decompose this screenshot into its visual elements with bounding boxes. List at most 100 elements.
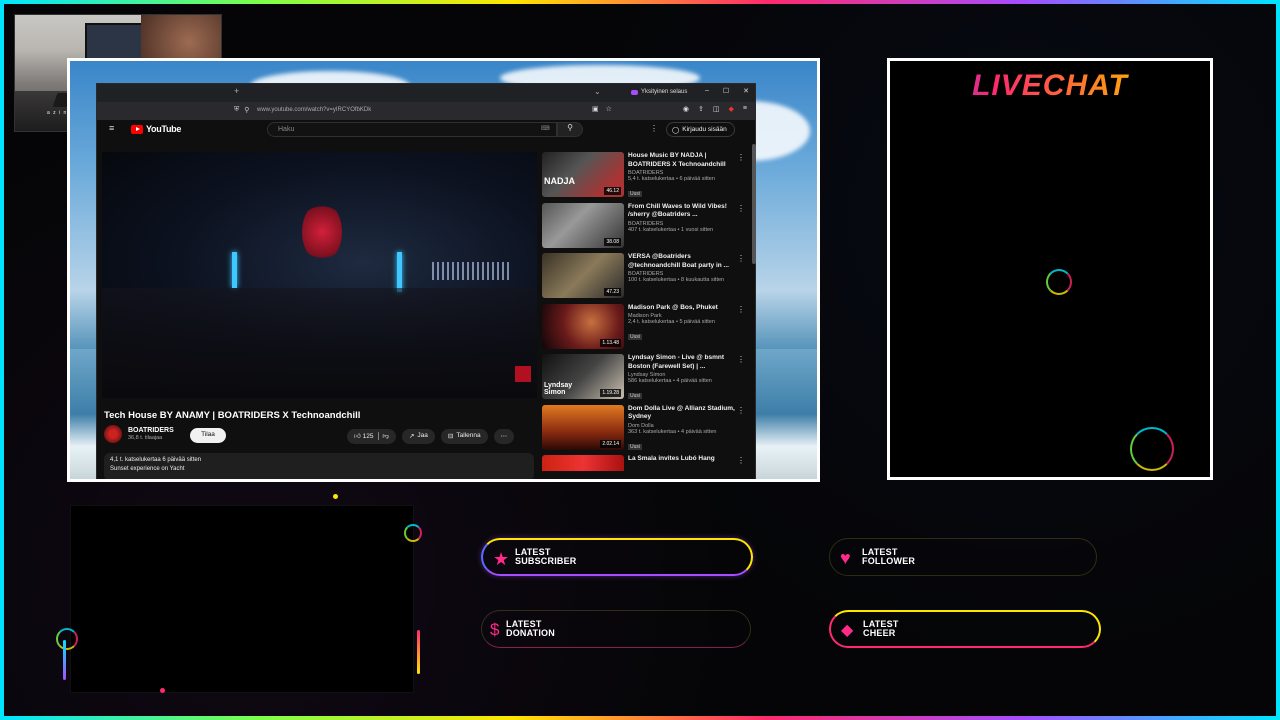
rec-more-icon[interactable]: ⋮ — [737, 254, 745, 263]
new-tab-icon[interactable]: + — [234, 86, 239, 96]
star-icon: ★ — [493, 549, 510, 569]
decorative-line — [63, 640, 66, 680]
lock-icon[interactable]: ⚲ — [244, 106, 249, 114]
latest-cheer-label: LATEST CHEER — [863, 619, 899, 638]
rec-title[interactable]: VERSA @Boatriders @technoandchill Boat p… — [628, 253, 738, 270]
keyboard-icon[interactable]: ⌨ — [541, 125, 550, 132]
save-label: Tallenna — [456, 432, 481, 439]
heart-icon: ♥ — [840, 548, 851, 568]
extensions-icon[interactable]: ⇪ — [698, 105, 704, 113]
stage-light — [397, 252, 402, 292]
minimize-button[interactable]: – — [705, 87, 709, 95]
recommendation-item[interactable]: 47.23 VERSA @Boatriders @technoandchill … — [542, 253, 747, 304]
recommendation-item[interactable]: 38.08 From Chill Waves to Wild Vibes! /s… — [542, 202, 747, 254]
rec-more-icon[interactable]: ⋮ — [737, 153, 745, 162]
livechat-panel: LIVECHAT — [887, 58, 1213, 480]
video-thumbnail[interactable]: 38.08 — [542, 202, 624, 248]
more-actions-button[interactable]: ⋯ — [493, 429, 515, 444]
signin-button[interactable]: ◯ Kirjaudu sisään — [666, 122, 735, 137]
recommendation-item[interactable]: NADJA 46.12 House Music BY NADJA | BOATR… — [542, 152, 747, 203]
rec-meta: 2,4 t. katselukertaa • 5 päivää sitten — [628, 319, 715, 325]
subscriber-count: 36,8 t. tilaajaa — [128, 435, 163, 441]
scrollbar[interactable] — [752, 144, 756, 264]
rec-more-icon[interactable]: ⋮ — [737, 204, 745, 213]
views-date: 4,1 t. katselukertaa 6 päivää sitten — [110, 457, 202, 463]
recommendation-item[interactable]: La Smala invites Lubó Hang ⋮ — [542, 455, 747, 471]
rec-title[interactable]: Lyndsay Simon - Live @ bsmnt Boston (Far… — [628, 354, 738, 371]
red-balloons — [302, 202, 342, 262]
dislike-button[interactable]: │ 👎︎ — [376, 432, 388, 444]
video-duration: 38.08 — [604, 237, 621, 246]
youtube-logo[interactable]: YouTube — [131, 124, 181, 134]
recommendation-item[interactable]: 1.13.48 Madison Park @ Bos, Phuket Madiso… — [542, 303, 747, 355]
new-badge: Uusi — [628, 393, 643, 399]
latest-follower-alert: ♥ LATEST FOLLOWER — [829, 538, 1097, 576]
toolbar-icons: ◉ ⇪ ◫ ◆ ≡ — [683, 105, 747, 113]
search-icon: ⚲ — [567, 123, 573, 132]
more-options-icon[interactable]: ⋮ — [650, 124, 658, 133]
video-thumbnail[interactable]: 2.02.14 — [542, 404, 624, 450]
youtube-header: ≡ YouTube Haku ⌨ ⚲ ⋮ ◯ Kirjaudu sisään — [97, 120, 757, 140]
dollar-icon: $ — [490, 620, 500, 639]
tracking-shield-icon[interactable]: ⛨ — [234, 106, 239, 114]
hamburger-menu-icon[interactable]: ≡ — [743, 105, 747, 113]
video-thumbnail[interactable]: 47.23 — [542, 253, 624, 298]
rec-meta: 586 katselukertaa • 4 päivää sitten — [628, 378, 712, 384]
description-text: Sunset experience on Yacht — [110, 466, 185, 472]
video-thumbnail[interactable] — [542, 455, 624, 471]
video-player[interactable] — [102, 152, 537, 398]
video-thumbnail[interactable]: 1.13.48 — [542, 303, 624, 349]
private-icon — [631, 89, 638, 95]
search-button[interactable]: ⚲ — [557, 122, 583, 137]
video-thumbnail[interactable]: NADJA 46.12 — [542, 152, 624, 197]
youtube-menu-icon[interactable]: ≡ — [109, 123, 114, 133]
share-button[interactable]: ↗ Jaa — [401, 429, 435, 444]
save-button[interactable]: ⊟ Tallenna — [440, 429, 488, 444]
recommendation-item[interactable]: 2.02.14 Dom Dolla Live @ Allianz Stadium… — [542, 404, 747, 456]
reader-icon[interactable]: ▣ — [592, 105, 599, 113]
crowd — [102, 288, 537, 398]
video-thumbnail[interactable]: Lyndsay Simon 1.19.28 — [542, 354, 624, 399]
bookmark-star-icon[interactable]: ☆ — [606, 105, 612, 113]
url-field[interactable]: www.youtube.com/watch?v=yIRCYOfbKDk — [257, 107, 371, 113]
video-duration: 1.19.28 — [600, 389, 621, 397]
addon-icon[interactable]: ◆ — [729, 105, 734, 113]
livechat-title: LIVECHAT — [890, 69, 1210, 103]
bookmark-icon: ⊟ — [447, 433, 454, 440]
close-button[interactable]: ✕ — [743, 87, 749, 95]
chevron-down-icon[interactable]: ⌄ — [594, 87, 601, 96]
rec-meta: 100 t. katselukertaa • 8 kuukautta sitte… — [628, 277, 725, 283]
rec-more-icon[interactable]: ⋮ — [737, 406, 745, 415]
rec-title[interactable]: From Chill Waves to Wild Vibes! /sherry … — [628, 203, 738, 220]
recommendation-item[interactable]: Lyndsay Simon 1.19.28 Lyndsay Simon - Li… — [542, 354, 747, 405]
maximize-button[interactable]: ☐ — [723, 87, 729, 95]
rec-title[interactable]: La Smala invites Lubó Hang — [628, 455, 738, 464]
thumbs-down-icon: 👎︎ — [382, 433, 389, 440]
rec-title[interactable]: Dom Dolla Live @ Allianz Stadium, Sydney — [628, 405, 738, 422]
latest-subscriber-alert: ★ LATEST SUBSCRIBER — [481, 538, 753, 576]
channel-watermark — [515, 366, 531, 382]
decorative-ring — [1046, 269, 1072, 295]
rec-more-icon[interactable]: ⋮ — [737, 305, 745, 314]
video-description[interactable]: 4,1 t. katselukertaa 6 päivää sitten Sun… — [104, 453, 534, 479]
subscribe-button[interactable]: Tilaa — [190, 428, 226, 443]
like-button[interactable]: 👍︎ 125 — [354, 432, 373, 444]
channel-name[interactable]: BOATRIDERS — [128, 427, 174, 434]
rec-title[interactable]: Madison Park @ Bos, Phuket — [628, 304, 738, 313]
latest-cheer-alert: ◆ LATEST CHEER — [829, 610, 1101, 648]
screen-capture: + ⌄ Yksityinen selaus – ☐ ✕ ⛨ ⚲ www.youtu… — [67, 58, 820, 482]
empty-overlay-box — [70, 505, 414, 693]
rec-title[interactable]: House Music BY NADJA | BOATRIDERS X Tech… — [628, 152, 738, 169]
video-duration: 46.12 — [604, 187, 621, 195]
decorative-ring — [56, 628, 78, 650]
nav-icons: ⛨ ⚲ — [234, 106, 249, 114]
sidebar-icon[interactable]: ◫ — [713, 105, 720, 113]
rec-more-icon[interactable]: ⋮ — [737, 456, 745, 465]
youtube-search-input[interactable]: Haku — [267, 122, 557, 137]
rec-more-icon[interactable]: ⋮ — [737, 355, 745, 364]
like-dislike-group: 👍︎ 125 │ 👎︎ — [347, 429, 396, 444]
account-icon[interactable]: ◉ — [683, 105, 689, 113]
channel-avatar[interactable] — [104, 425, 122, 443]
diamond-icon: ◆ — [841, 622, 854, 639]
latest-donation-label: LATEST DONATION — [506, 619, 555, 638]
